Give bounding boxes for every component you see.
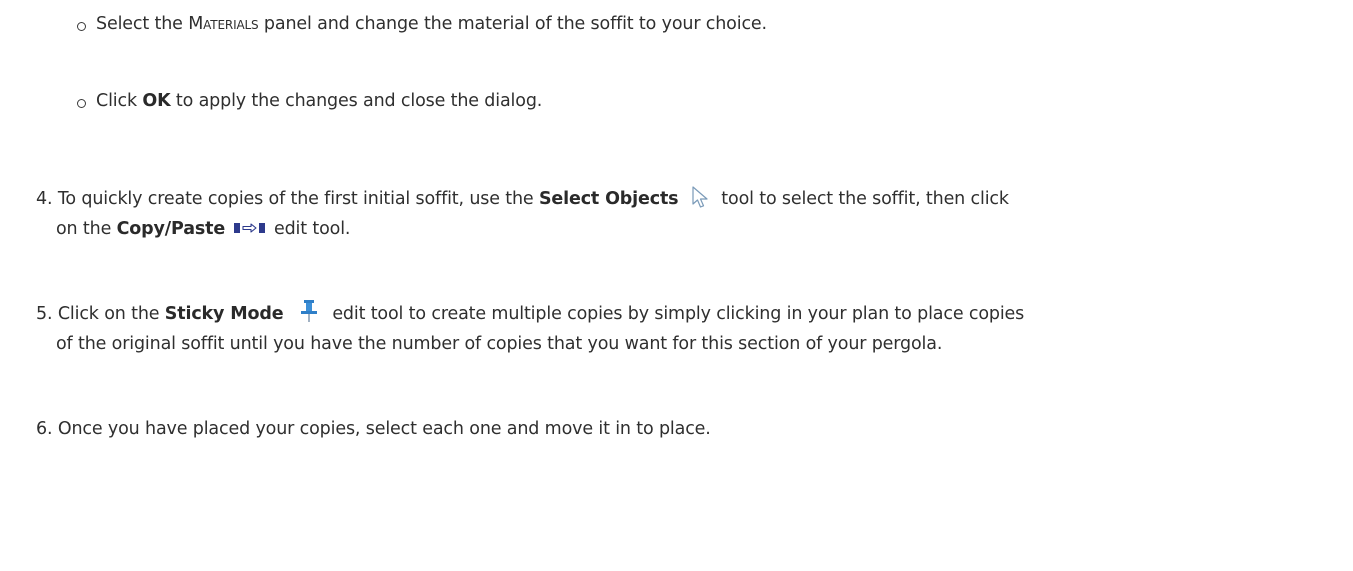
sticky-mode-label: Sticky Mode — [164, 304, 284, 324]
step-5-line-1: 5. Click on the Sticky Mode edit tool to… — [36, 299, 1025, 326]
step-6-line-1: 6. Once you have placed your copies, sel… — [36, 417, 711, 441]
substep-ok: Click OK to apply the changes and close … — [96, 89, 542, 113]
ok-label: OK — [142, 91, 171, 111]
substep-text: panel and change the material of the sof… — [258, 14, 767, 34]
select-objects-label: Select Objects — [538, 189, 679, 209]
step-text: Once you have placed your copies, select… — [57, 419, 711, 439]
step-text: tool to select the soffit, then click — [721, 189, 1009, 209]
copy-paste-icon — [233, 221, 267, 235]
bullet-icon — [77, 99, 86, 108]
step-text: Click on the — [57, 304, 165, 324]
substep-text: Click — [96, 91, 143, 111]
pushpin-icon — [297, 299, 321, 323]
bullet-icon — [77, 22, 86, 31]
step-number: 4. — [36, 189, 53, 209]
step-number: 5. — [36, 304, 53, 324]
substep-text: to apply the changes and close the dialo… — [170, 91, 543, 111]
substep-text: Select the — [96, 14, 189, 34]
step-text: edit tool. — [273, 219, 351, 239]
step-text: edit tool to create multiple copies by s… — [332, 304, 1025, 324]
step-number: 6. — [36, 419, 53, 439]
materials-keyword: Materials — [188, 14, 259, 34]
copy-paste-label: Copy/Paste — [116, 219, 226, 239]
substep-materials: Select the Materials panel and change th… — [96, 12, 767, 36]
step-4-line-1: 4. To quickly create copies of the first… — [36, 185, 1009, 211]
arrow-cursor-icon — [690, 185, 712, 209]
step-text: To quickly create copies of the first in… — [57, 189, 539, 209]
step-text: of the original soffit until you have th… — [56, 334, 943, 354]
step-text: on the — [56, 219, 117, 239]
step-4-line-2: on the Copy/Paste edit tool. — [56, 217, 350, 241]
step-5-line-2: of the original soffit until you have th… — [56, 332, 942, 356]
